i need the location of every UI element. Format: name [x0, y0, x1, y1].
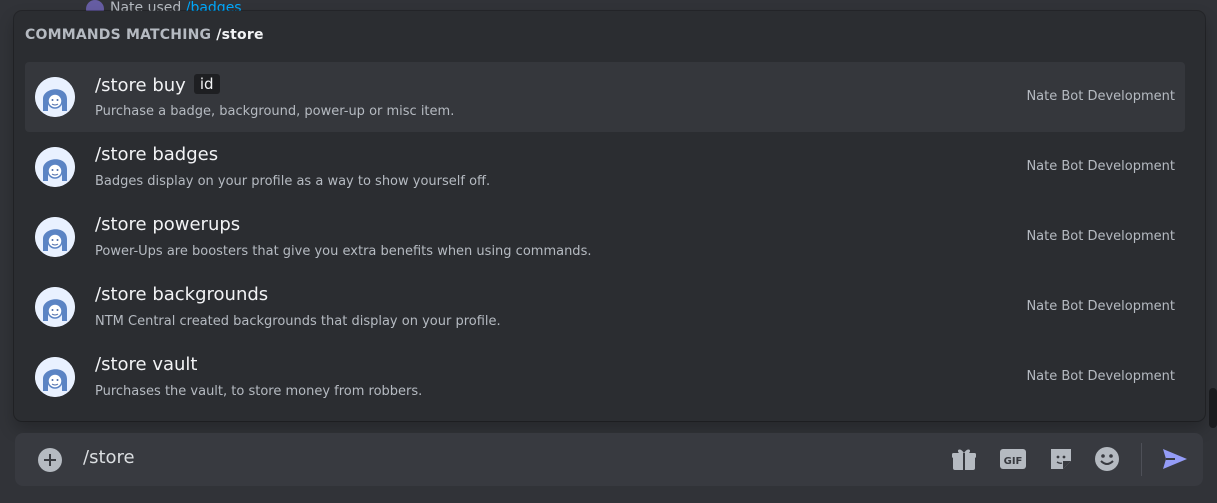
message-input[interactable]: /store — [83, 447, 135, 468]
chat-scrollbar[interactable] — [1209, 388, 1217, 428]
command-source: Nate Bot Development — [1026, 299, 1175, 314]
command-description: Power-Ups are boosters that give you ext… — [95, 244, 592, 259]
command-name: /store backgrounds — [95, 284, 269, 305]
command-source: Nate Bot Development — [1026, 159, 1175, 174]
command-name: /store vault — [95, 354, 198, 375]
header-query: /store — [216, 27, 264, 43]
command-autocomplete-popup: COMMANDS MATCHING /store /store buy id Pu… — [14, 11, 1205, 421]
command-source: Nate Bot Development — [1026, 369, 1175, 384]
send-icon[interactable] — [1161, 445, 1189, 473]
command-row[interactable]: /store powerups Power-Ups are boosters t… — [25, 202, 1185, 272]
command-list: /store buy id Purchase a badge, backgroun… — [25, 62, 1185, 412]
bot-avatar-icon — [35, 147, 75, 187]
command-name: /store badges — [95, 144, 219, 165]
command-row[interactable]: /store backgrounds NTM Central created b… — [25, 272, 1185, 342]
bot-avatar-icon — [35, 357, 75, 397]
command-row[interactable]: /store vault Purchases the vault, to sto… — [25, 342, 1185, 412]
bot-avatar-icon — [35, 287, 75, 327]
command-source: Nate Bot Development — [1026, 229, 1175, 244]
gift-icon[interactable] — [950, 445, 978, 473]
command-description: NTM Central created backgrounds that dis… — [95, 314, 501, 329]
command-option-badge: id — [193, 74, 220, 94]
command-description: Badges display on your profile as a way … — [95, 174, 491, 189]
command-row[interactable]: /store badges Badges display on your pro… — [25, 132, 1185, 202]
bot-avatar-icon — [35, 217, 75, 257]
command-name-text: /store buy — [95, 75, 186, 96]
command-row[interactable]: /store buy id Purchase a badge, backgroun… — [25, 62, 1185, 132]
composer-divider — [1141, 443, 1142, 476]
command-source: Nate Bot Development — [1026, 89, 1175, 104]
command-description: Purchase a badge, background, power-up o… — [95, 104, 455, 119]
command-name: /store buy id — [95, 74, 220, 96]
sticker-icon[interactable] — [1047, 445, 1075, 473]
message-composer: /store GIF — [15, 433, 1203, 486]
bot-avatar — [35, 357, 75, 397]
bot-avatar — [35, 77, 75, 117]
add-icon[interactable] — [38, 448, 62, 472]
popup-header: COMMANDS MATCHING /store — [25, 27, 264, 43]
header-label: COMMANDS MATCHING — [25, 27, 212, 43]
bot-avatar — [35, 147, 75, 187]
command-name: /store powerups — [95, 214, 241, 235]
bot-avatar-icon — [35, 77, 75, 117]
bot-avatar — [35, 217, 75, 257]
bot-avatar — [35, 287, 75, 327]
gif-label: GIF — [1004, 456, 1023, 467]
command-description: Purchases the vault, to store money from… — [95, 384, 423, 399]
gif-icon[interactable]: GIF — [999, 445, 1027, 473]
emoji-icon[interactable] — [1093, 445, 1121, 473]
